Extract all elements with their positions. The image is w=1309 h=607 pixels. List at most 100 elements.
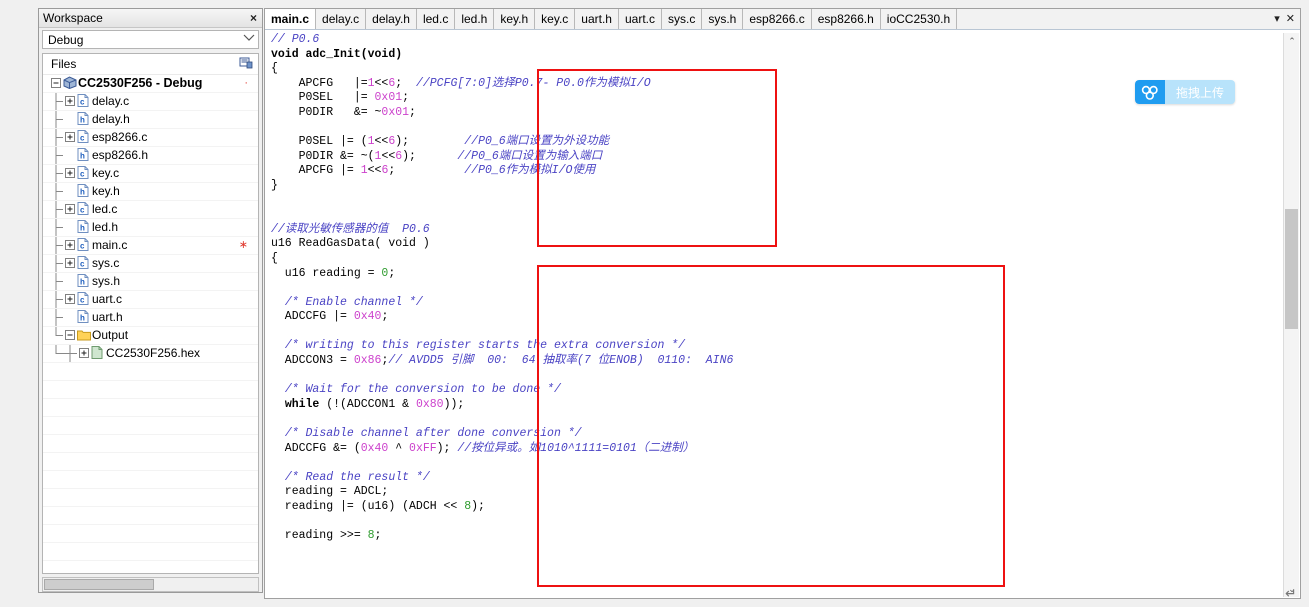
tree-empty-row — [43, 543, 258, 561]
editor-tab-label: led.c — [422, 12, 449, 26]
code-token: << — [367, 164, 382, 178]
code-token: (!(ADCCON1 & — [319, 397, 416, 411]
scroll-up-arrow-icon[interactable]: ⌃ — [1284, 33, 1300, 49]
editor-tab-uart-c[interactable]: uart.c — [618, 9, 662, 29]
editor-tab-led-c[interactable]: led.c — [416, 9, 456, 29]
tree-empty-row — [43, 453, 258, 471]
code-line: u16 reading = 0; — [271, 267, 1282, 282]
editor-tab-ioCC2530-h[interactable]: ioCC2530.h — [880, 9, 958, 29]
editor-tab-led-h[interactable]: led.h — [455, 9, 495, 29]
tree-item[interactable]: c key.c — [43, 165, 258, 183]
code-token: 0x40 — [353, 310, 382, 324]
code-token: reading = ADCL; — [271, 485, 389, 499]
close-icon[interactable]: × — [250, 11, 257, 25]
tree-item-label: key.h — [92, 184, 120, 198]
code-token: 0xFF — [409, 441, 437, 455]
tree-item[interactable]: c led.c — [43, 201, 258, 219]
code-token: u16 ReadGasData( void ) — [271, 237, 430, 251]
editor-tab-main-c[interactable]: main.c — [265, 9, 317, 29]
file-tree[interactable]: CC2530F256 - Debug · c delay.c h delay.h c esp8… — [43, 75, 258, 573]
code-token: } — [271, 178, 278, 192]
chevron-down-icon[interactable]: ▾ — [1274, 14, 1280, 25]
code-token: ADCCFG |= — [271, 310, 354, 324]
tree-item[interactable]: c delay.c — [43, 93, 258, 111]
tree-item-label: uart.h — [92, 310, 123, 324]
tree-connector-lines — [43, 291, 89, 308]
tree-item[interactable]: h esp8266.h — [43, 147, 258, 165]
build-configuration-select[interactable]: Debug — [42, 30, 259, 49]
scrollbar-thumb[interactable] — [44, 579, 154, 590]
tree-item-label: led.h — [92, 220, 119, 234]
editor-tab-key-c[interactable]: key.c — [535, 9, 576, 29]
chevron-down-icon[interactable] — [240, 34, 258, 45]
code-token: P0DIR &= ~( — [271, 149, 375, 163]
file-tree-horizontal-scrollbar[interactable] — [42, 577, 259, 592]
editor-tab-sys-c[interactable]: sys.c — [661, 9, 703, 29]
editor-tab-esp8266-h[interactable]: esp8266.h — [811, 9, 881, 29]
editor-tab-label: sys.h — [708, 12, 737, 26]
code-token: // AVDD5 引脚 00: 64 抽取率(7 位ENOB) 0110: AI… — [388, 354, 734, 368]
editor-tab-delay-h[interactable]: delay.h — [366, 9, 417, 29]
editor-tab-label: ioCC2530.h — [886, 12, 951, 26]
tree-item-label: sys.h — [92, 274, 121, 288]
code-line: reading |= (u16) (ADCH << 8); — [271, 500, 1282, 515]
editor-tab-esp8266-c[interactable]: esp8266.c — [743, 9, 812, 29]
code-token: 1 — [360, 164, 368, 178]
tree-item[interactable]: c esp8266.c — [43, 129, 258, 147]
tree-item-label: Output — [92, 328, 129, 342]
tree-item[interactable]: c main.c ∗ — [43, 237, 258, 255]
tree-connector-lines — [43, 111, 89, 128]
tree-empty-row — [43, 561, 258, 573]
tree-connector-lines — [43, 309, 89, 326]
scrollbar-thumb[interactable] — [1285, 209, 1298, 329]
tree-item[interactable]: h delay.h — [43, 111, 258, 129]
workspace-overview-icon[interactable] — [239, 56, 253, 70]
tree-connector-lines — [43, 75, 89, 92]
editor-tab-bar[interactable]: main.c delay.c delay.h led.c led.h key.h key.c… — [265, 9, 1300, 30]
code-line: void adc_Init(void) — [271, 48, 1282, 63]
tree-empty-row — [43, 489, 258, 507]
editor-tab-key-h[interactable]: key.h — [494, 9, 536, 29]
editor-tab-delay-c[interactable]: delay.c — [316, 9, 367, 29]
code-token: 0x01 — [381, 105, 410, 119]
code-token: << — [374, 76, 389, 90]
tree-item[interactable]: CC2530F256 - Debug · — [43, 75, 258, 93]
editor-vertical-scrollbar[interactable]: ⌃ ⌄ — [1283, 33, 1299, 597]
drag-drop-upload-button[interactable]: 拖拽上传 — [1135, 80, 1235, 104]
close-icon[interactable]: ✕ — [1286, 14, 1295, 25]
code-token: 0x01 — [374, 91, 403, 105]
tree-item-label: esp8266.h — [92, 148, 149, 162]
tree-item[interactable]: h uart.h — [43, 309, 258, 327]
code-token: P0DIR &= ~ — [271, 105, 382, 119]
tree-item[interactable]: h sys.h — [43, 273, 258, 291]
tree-item[interactable]: CC2530F256.hex — [43, 345, 258, 363]
workspace-panel: Workspace × Debug Files CC2530F256 - Deb… — [38, 8, 263, 593]
tree-item[interactable]: h key.h — [43, 183, 258, 201]
code-line: /* Wait for the conversion to be done */ — [271, 383, 1282, 398]
tree-item[interactable]: c uart.c — [43, 291, 258, 309]
editor-tab-sys-h[interactable]: sys.h — [702, 9, 744, 29]
tree-item[interactable]: Output — [43, 327, 258, 345]
editor-tab-label: sys.c — [667, 12, 696, 26]
source-code-view[interactable]: // P0.6 void adc_Init(void){ APCFG |=1<<6… — [271, 33, 1282, 596]
tree-item-label: led.c — [92, 202, 118, 216]
editor-tab-label: key.c — [541, 12, 569, 26]
cloud-upload-icon — [1135, 80, 1165, 104]
code-token: /* Enable channel */ — [284, 295, 423, 309]
code-token: ADCCFG &= ( — [271, 441, 361, 455]
code-line: reading >>= 8; — [271, 529, 1282, 544]
tree-item[interactable]: h led.h — [43, 219, 258, 237]
file-tree-panel: Files CC2530F256 - Debug · c delay.c h delay.… — [42, 53, 259, 574]
code-line: P0SEL |= 0x01; — [271, 91, 1282, 106]
tree-item[interactable]: c sys.c — [43, 255, 258, 273]
code-token: ); — [402, 149, 458, 163]
editor-tab-uart-h[interactable]: uart.h — [575, 9, 619, 29]
tree-connector-lines — [43, 273, 89, 290]
